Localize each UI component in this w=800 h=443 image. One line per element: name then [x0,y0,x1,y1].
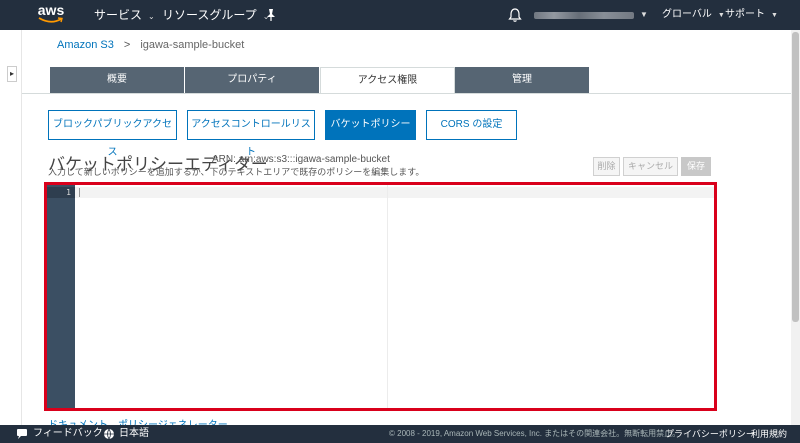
chevron-down-icon: ▼ [771,12,778,19]
permission-subtabs: ブロックパブリックアクセス アクセスコントロールリスト バケットポリシー COR… [48,110,517,158]
terms-link[interactable]: 利用規約 [751,425,787,443]
tab-management[interactable]: 管理 [455,67,590,93]
breadcrumb-s3-link[interactable]: Amazon S3 [57,39,114,51]
page-scrollbar[interactable] [791,30,800,425]
left-rail [0,30,22,425]
chevron-down-icon: ▼ [640,10,648,19]
region-menu-label: グローバル [662,9,712,20]
subtab-cors[interactable]: CORS の設定 [426,110,517,140]
aws-logo-text: aws [37,2,65,18]
scrollbar-thumb[interactable] [792,32,799,322]
bell-icon[interactable] [508,7,522,23]
support-menu-label: サポート [725,9,765,20]
tab-overview[interactable]: 概要 [50,67,185,93]
tabs-divider [22,93,791,94]
policy-text-area[interactable] [75,185,714,408]
services-menu[interactable]: サービス ⌄ [94,0,155,30]
bucket-arn: ARN: arn:aws:s3:::igawa-sample-bucket [212,154,390,165]
chevron-down-icon: ▼ [717,12,725,19]
footer: フィードバック 日本語 © 2008 - 2019, Amazon Web Se… [0,425,800,443]
privacy-policy-link[interactable]: プライバシーポリシー [665,425,755,443]
tab-properties[interactable]: プロパティ [185,67,320,93]
save-button[interactable]: 保存 [681,157,711,176]
region-menu[interactable]: グローバル ▼ [662,0,725,30]
pin-icon[interactable] [265,8,277,22]
account-menu[interactable] [534,12,634,19]
aws-smile-icon [38,17,63,23]
active-line [75,187,714,198]
account-chevron[interactable]: ▼ [640,0,648,30]
editor-gutter: 1 [47,185,75,408]
breadcrumb: Amazon S3 > igawa-sample-bucket [57,39,244,51]
line-number: 1 [66,188,71,197]
policy-editor[interactable]: 1 [44,182,717,411]
copyright-text: © 2008 - 2019, Amazon Web Services, Inc.… [389,429,681,438]
expand-sidebar-button[interactable]: ▸ [7,66,17,82]
feedback-icon [17,429,27,439]
top-nav: aws サービス ⌄ リソースグループ ⌄ ▼ グローバル ▼ サポート ▼ [0,0,800,30]
breadcrumb-separator: > [123,39,131,51]
resource-groups-menu[interactable]: リソースグループ ⌄ [162,0,269,30]
bucket-tabs: 概要 プロパティ アクセス権限 管理 [50,67,590,94]
subtab-bucket-policy[interactable]: バケットポリシー [325,110,416,140]
breadcrumb-bucket: igawa-sample-bucket [140,39,245,51]
cancel-button[interactable]: キャンセル [623,157,678,176]
chevron-down-icon: ⌄ [148,12,155,21]
globe-icon [104,428,114,440]
delete-button[interactable]: 削除 [593,157,620,176]
language-selector[interactable]: 日本語 [119,425,149,443]
resource-groups-menu-label: リソースグループ [162,8,257,22]
aws-logo[interactable]: aws [36,3,66,27]
print-margin [387,185,388,408]
subtab-block-public-access[interactable]: ブロックパブリックアクセス [48,110,177,158]
feedback-link[interactable]: フィードバック [33,425,103,443]
services-menu-label: サービス [94,8,143,22]
editor-description: 入力して新しいポリシーを追加するか、下のテキストエリアで既存のポリシーを編集しま… [48,167,425,177]
support-menu[interactable]: サポート ▼ [725,0,778,30]
text-cursor [79,188,80,197]
subtab-acl[interactable]: アクセスコントロールリスト [187,110,315,158]
tab-permissions[interactable]: アクセス権限 [320,67,455,94]
